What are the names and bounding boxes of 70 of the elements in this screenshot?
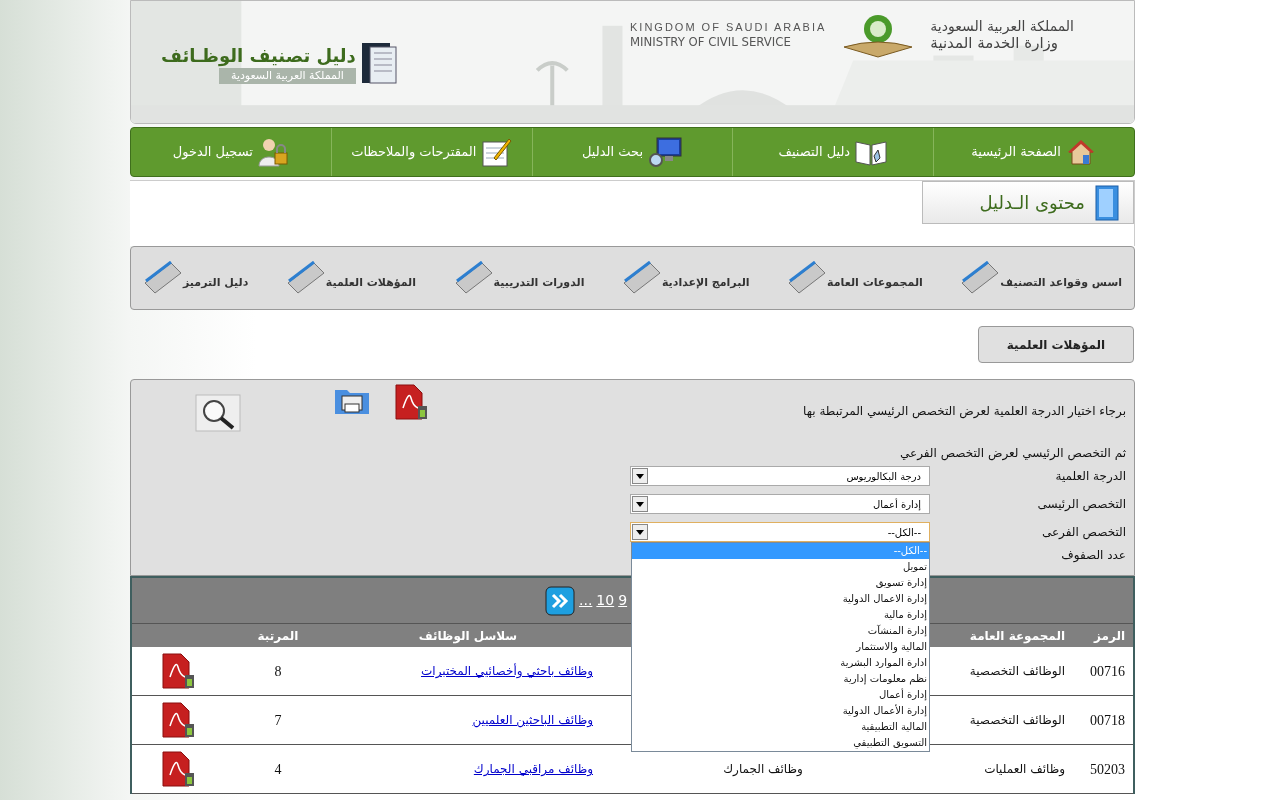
- ministry-name-english: KINGDOM OF SAUDI ARABIA: [630, 20, 827, 34]
- binder-icon: [1093, 183, 1121, 222]
- ministry-name-arabic: وزارة الخدمة المدنية: [930, 34, 1059, 52]
- ministry-name-english: MINISTRY OF CIVIL SERVICE: [630, 34, 791, 50]
- dropdown-option[interactable]: نظم معلومات إدارية: [632, 671, 929, 687]
- next-page-icon[interactable]: [545, 585, 575, 616]
- dropdown-option[interactable]: التسويق التطبيقي: [632, 735, 929, 751]
- category-tab[interactable]: المؤهلات العلمية: [285, 261, 416, 295]
- dropdown-option[interactable]: ادارة الموارد البشرية: [632, 655, 929, 671]
- user-lock-icon: [256, 136, 289, 168]
- dropdown-option[interactable]: إدارة المنشآت: [632, 623, 929, 639]
- dropdown-option[interactable]: إدارة الأعمال الدولية: [632, 703, 929, 719]
- notebook-icon: [787, 261, 828, 295]
- dropdown-option[interactable]: تمويل: [632, 559, 929, 575]
- column-header: الرمز: [1092, 627, 1126, 645]
- table-cell-text: الوظائف التخصصية: [968, 663, 1066, 680]
- notebook-icon: [453, 261, 494, 295]
- field-label: الدرجة العلمية: [1054, 468, 1127, 485]
- section-title: المؤهلات العلمية: [978, 326, 1134, 363]
- site-subtitle: المملكة العربية السعودية: [219, 68, 356, 84]
- site-title: دليل تصنيف الوظـائف: [161, 44, 356, 68]
- page-link[interactable]: 9: [618, 590, 628, 611]
- select-field[interactable]: درجة البكالوريوس: [630, 466, 930, 486]
- dropdown-option[interactable]: إدارة مالية: [632, 607, 929, 623]
- ministry-name-arabic: المملكة العربية السعودية: [930, 18, 1074, 34]
- table-cell-text: وظائف الجمارك: [723, 761, 803, 778]
- notebook-icon: [621, 261, 662, 295]
- table-cell-text: 00716: [1089, 662, 1126, 681]
- pdf-icon[interactable]: [160, 702, 195, 738]
- server-icon: [359, 41, 400, 87]
- job-series-link[interactable]: وظائف باحثي وأخصائيي المختبرات: [421, 664, 593, 679]
- table-cell-text: وظائف العمليات: [983, 761, 1066, 778]
- category-tab[interactable]: اسس وقواعد التصنيف: [960, 261, 1122, 295]
- dropdown-option[interactable]: إدارة تسويق: [632, 575, 929, 591]
- notebook-icon: [143, 261, 184, 295]
- instruction-text: برجاء اختيار الدرجة العلمية لعرض التخصص الرئيسي المرتبطة بها: [802, 403, 1126, 420]
- dropdown-option[interactable]: المالية التطبيقية: [632, 719, 929, 735]
- dropdown-option[interactable]: إدارة الاعمال الدولية: [632, 591, 929, 607]
- table-cell-text: 8: [273, 662, 283, 681]
- category-tab[interactable]: المجموعات العامة: [787, 261, 923, 295]
- notepad-icon: [480, 136, 513, 168]
- field-label: التخصص الرئيسى: [1036, 496, 1127, 513]
- column-header: سلاسل الوظائف: [417, 627, 519, 645]
- table-cell-text: 00718: [1089, 711, 1126, 730]
- page-link[interactable]: 10: [596, 590, 615, 611]
- job-series-link[interactable]: وظائف الباحثين العلميين: [472, 713, 593, 728]
- category-tab[interactable]: البرامج الإعدادية: [621, 261, 750, 295]
- category-tab[interactable]: الدورات التدريبية: [453, 261, 585, 295]
- table-cell-text: 7: [273, 711, 283, 730]
- table-cell-text: 4: [273, 760, 283, 779]
- pdf-icon[interactable]: [160, 751, 195, 787]
- pdf-icon[interactable]: [393, 384, 429, 420]
- notebook-icon: [960, 261, 1001, 295]
- pdf-icon[interactable]: [160, 653, 195, 689]
- category-tab[interactable]: دليل الترميز: [143, 261, 249, 295]
- dropdown-option[interactable]: إدارة أعمال: [632, 687, 929, 703]
- field-label: عدد الصفوف: [1061, 547, 1127, 564]
- pagination-ellipsis[interactable]: ...: [579, 590, 593, 611]
- search-icon[interactable]: [195, 394, 241, 434]
- monitor-icon: [647, 136, 684, 168]
- field-label: التخصص الفرعى: [1040, 524, 1127, 541]
- column-header: المرتبة: [256, 627, 300, 645]
- table-cell-text: 50203: [1089, 760, 1126, 779]
- select-field[interactable]: إدارة أعمال: [630, 494, 930, 514]
- notebook-icon: [285, 261, 326, 295]
- content-title: محتوى الـدليل: [922, 181, 1134, 224]
- select-field[interactable]: --الكل--: [630, 522, 930, 542]
- instruction-text: ثم التخصص الرئيسي لعرض التخصص الفرعي: [898, 445, 1126, 462]
- job-series-link[interactable]: وظائف مراقبي الجمارك: [473, 762, 593, 777]
- dropdown-option[interactable]: المالية والاستثمار: [632, 639, 929, 655]
